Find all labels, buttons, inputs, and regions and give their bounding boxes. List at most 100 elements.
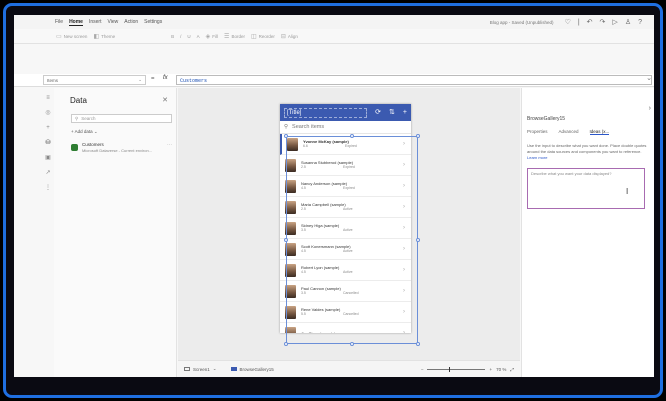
formula-input[interactable]: Customers: [176, 75, 652, 85]
zoom-in-icon[interactable]: +: [489, 367, 492, 372]
fit-icon[interactable]: ⤢: [510, 367, 514, 372]
chevron-right-icon[interactable]: ›: [403, 330, 405, 333]
gallery-row[interactable]: Yvonne McKay (sample) 6.6 Expired ›: [280, 134, 411, 155]
refresh-icon[interactable]: ⟳: [375, 109, 381, 116]
app-screen[interactable]: [Title] ⟳ ⇅ + ⚲ Search items Yvonne McKa…: [280, 104, 411, 333]
ribbon: ▭ New screen ◧ Theme B / U A ◈ Fill ☰ Border…: [14, 29, 654, 44]
control-name: BrowseGallery15: [527, 116, 566, 122]
chevron-right-icon[interactable]: ›: [403, 225, 405, 231]
gallery-row[interactable]: Scott Konersmann (sample) 4.5 Active ›: [280, 239, 411, 260]
chevron-right-icon[interactable]: ›: [403, 246, 405, 252]
add-icon[interactable]: +: [403, 109, 407, 116]
screen-selector[interactable]: Screen1 ⌄: [184, 366, 217, 372]
border-button[interactable]: ☰ Border: [224, 33, 245, 40]
gallery-row[interactable]: Susanna Stubberod (sample) 2.5 Expired ›: [280, 155, 411, 176]
gallery-breadcrumb[interactable]: BrowseGallery15: [230, 366, 274, 372]
zoom-out-icon[interactable]: −: [421, 367, 424, 372]
expand-chevron-icon[interactable]: ⌄: [646, 74, 652, 82]
resize-handle[interactable]: [284, 134, 288, 138]
zoom-slider[interactable]: [427, 366, 486, 372]
resize-handle[interactable]: [284, 342, 288, 346]
gallery-row[interactable]: Paul Cannon (sample) 3.5 Cancelled ›: [280, 281, 411, 302]
data-icon[interactable]: ⛁: [45, 140, 50, 146]
gallery-row[interactable]: Rene Valdes (sample) 5.5 Cancelled ›: [280, 302, 411, 323]
data-search-input[interactable]: ⚲ Search: [71, 114, 172, 123]
resize-handle[interactable]: [416, 342, 420, 346]
gallery-row[interactable]: Nancy Anderson (sample) 4.5 Expired ›: [280, 176, 411, 197]
text-cursor-icon: I: [626, 187, 629, 196]
resize-handle[interactable]: [416, 238, 420, 242]
undo-icon[interactable]: ↶: [587, 19, 593, 26]
menu-view[interactable]: View: [107, 19, 118, 25]
gallery-label: BrowseGallery15: [239, 366, 274, 372]
align-button[interactable]: ⊟ Align: [281, 33, 298, 40]
resize-handle[interactable]: [284, 238, 288, 242]
gallery-row[interactable]: Robert Lyon (sample) 4.5 Active ›: [280, 260, 411, 281]
chevron-right-icon[interactable]: ›: [649, 105, 651, 112]
user-icon[interactable]: ♙: [625, 19, 631, 26]
data-source-item[interactable]: Customers Microsoft Dataverse - Current …: [71, 142, 172, 159]
avatar: [285, 326, 296, 333]
gallery-row[interactable]: Jim Glynn (sample) ›: [280, 323, 411, 333]
chevron-right-icon[interactable]: ›: [403, 267, 405, 273]
variables-icon[interactable]: ⋮: [45, 185, 51, 191]
search-box[interactable]: ⚲ Search items: [280, 121, 411, 134]
reorder-button[interactable]: ◫ Reorder: [251, 33, 275, 40]
menu-settings[interactable]: Settings: [144, 19, 162, 25]
gallery-row[interactable]: Maria Campbell (sample) 2.5 Active ›: [280, 197, 411, 218]
tree-view-icon[interactable]: ◎: [45, 110, 50, 116]
sort-icon[interactable]: ⇅: [389, 109, 395, 116]
row-status: Active: [343, 207, 353, 211]
underline-button[interactable]: U: [187, 34, 190, 39]
row-meta: 3.5 Cancelled: [301, 291, 403, 296]
chevron-right-icon[interactable]: ›: [403, 162, 405, 168]
chevron-right-icon[interactable]: ›: [403, 141, 405, 147]
power-automate-icon[interactable]: ↗: [45, 170, 50, 176]
avatar: [285, 305, 296, 319]
fill-button[interactable]: ◈ Fill: [206, 33, 218, 40]
row-value: 4.5: [301, 270, 306, 274]
tab-ideas[interactable]: Ideas (x...: [589, 129, 610, 135]
menu-right-tools: Blog app - Saved (Unpublished) ♡ | ↶ ↷ ▷…: [490, 19, 654, 26]
italic-button[interactable]: /: [180, 34, 181, 39]
chevron-right-icon[interactable]: ›: [403, 204, 405, 210]
resize-handle[interactable]: [416, 134, 420, 138]
media-icon[interactable]: ▣: [45, 155, 51, 161]
play-icon[interactable]: ▷: [612, 19, 617, 26]
new-screen-button[interactable]: ▭ New screen: [56, 33, 87, 40]
menu-home[interactable]: Home: [69, 19, 83, 26]
resize-handle[interactable]: [350, 134, 354, 138]
theme-button[interactable]: ◧ Theme: [93, 33, 115, 40]
insert-icon[interactable]: +: [46, 125, 50, 131]
add-data-button[interactable]: + Add data ⌄: [71, 129, 98, 135]
tab-advanced[interactable]: Advanced: [559, 129, 579, 135]
tab-properties[interactable]: Properties: [527, 129, 548, 135]
gallery-row[interactable]: Sidney Higa (sample) 3.5 Active ›: [280, 218, 411, 239]
app-checker-icon[interactable]: ♡: [565, 19, 571, 26]
browse-gallery[interactable]: Yvonne McKay (sample) 6.6 Expired › Susanna …: [280, 134, 411, 333]
underline-label: U: [187, 33, 191, 39]
close-icon[interactable]: ✕: [162, 96, 168, 104]
fx-icon[interactable]: fx: [163, 75, 168, 81]
menu-insert[interactable]: Insert: [89, 19, 102, 25]
property-dropdown[interactable]: Items ⌄: [43, 75, 146, 85]
menu-file[interactable]: File: [55, 19, 63, 25]
row-text: Maria Campbell (sample) 2.5 Active: [301, 202, 403, 212]
more-icon[interactable]: ···: [167, 142, 172, 159]
bold-button[interactable]: B: [171, 34, 174, 39]
row-text: Susanna Stubberod (sample) 2.5 Expired: [301, 160, 403, 170]
help-icon[interactable]: ?: [638, 19, 642, 26]
font-size-button[interactable]: A: [197, 34, 200, 39]
redo-icon[interactable]: ↷: [600, 19, 606, 26]
menu-action[interactable]: Action: [124, 19, 138, 25]
resize-handle[interactable]: [350, 342, 354, 346]
italic-label: /: [180, 33, 182, 39]
chevron-right-icon[interactable]: ›: [403, 183, 405, 189]
app-title[interactable]: [Title]: [284, 107, 368, 118]
chevron-right-icon[interactable]: ›: [403, 309, 405, 315]
hamburger-icon[interactable]: ≡: [46, 95, 50, 101]
zoom-knob[interactable]: [449, 366, 451, 372]
chevron-right-icon[interactable]: ›: [403, 288, 405, 294]
border-icon: ☰: [224, 33, 230, 40]
learn-more-link[interactable]: Learn more: [527, 155, 547, 160]
